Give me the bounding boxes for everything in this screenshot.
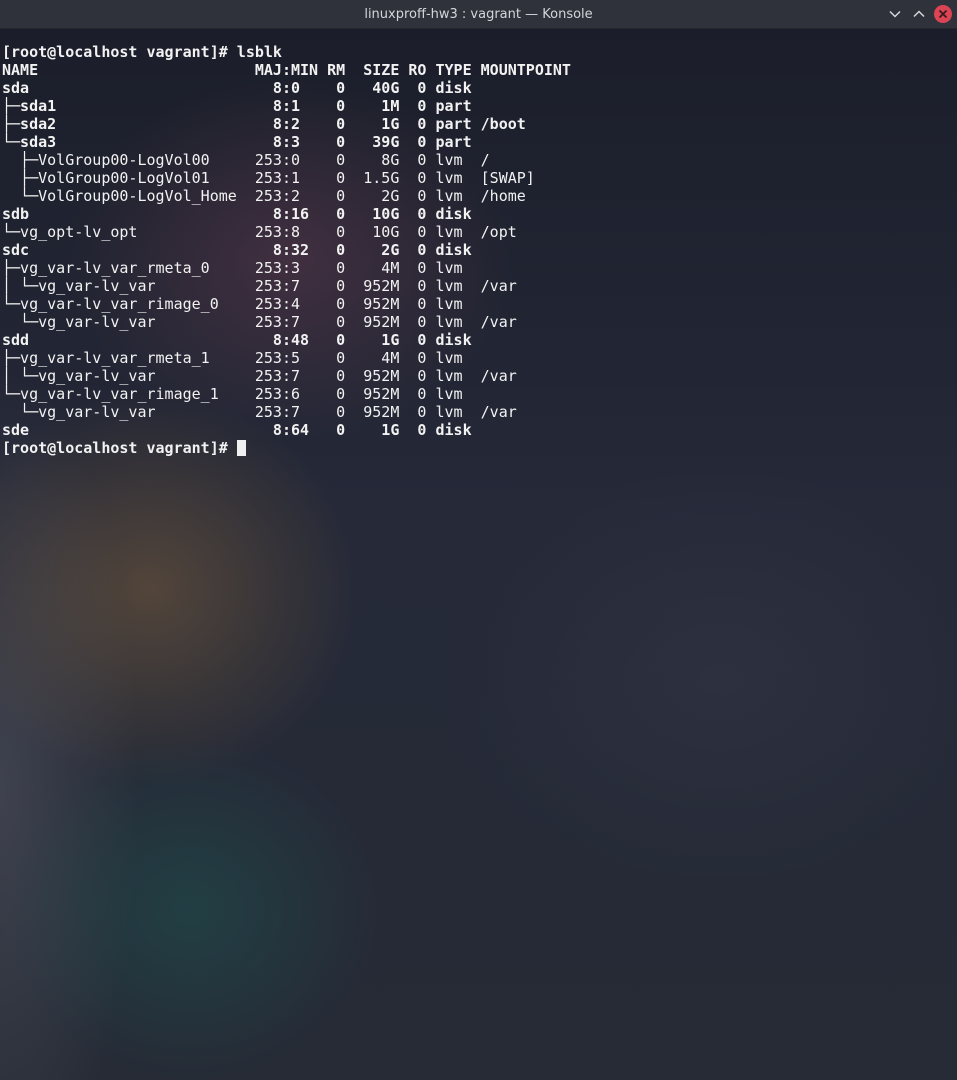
terminal-line: └─vg_opt-lv_opt 253:8 0 10G 0 lvm /opt bbox=[2, 223, 517, 241]
maximize-button[interactable] bbox=[909, 4, 929, 24]
window-titlebar[interactable]: linuxproff-hw3 : vagrant — Konsole bbox=[0, 0, 957, 29]
close-icon bbox=[934, 5, 952, 23]
minimize-button[interactable] bbox=[885, 4, 905, 24]
terminal-line: └─VolGroup00-LogVol_Home 253:2 0 2G 0 lv… bbox=[2, 187, 526, 205]
terminal-line: │ └─vg_var-lv_var 253:7 0 952M 0 lvm /va… bbox=[2, 367, 517, 385]
terminal-line: ├─VolGroup00-LogVol01 253:1 0 1.5G 0 lvm… bbox=[2, 169, 535, 187]
text-cursor bbox=[236, 440, 246, 456]
terminal-output[interactable]: [root@localhost vagrant]# lsblk NAME MAJ… bbox=[0, 29, 957, 1080]
terminal-line: └─vg_var-lv_var_rimage_1 253:6 0 952M 0 … bbox=[2, 385, 463, 403]
terminal-line: └─vg_var-lv_var 253:7 0 952M 0 lvm /var bbox=[2, 313, 517, 331]
terminal-line: NAME MAJ:MIN RM SIZE RO TYPE MOUNTPOINT bbox=[2, 61, 571, 79]
chevron-down-icon bbox=[889, 10, 901, 18]
terminal-line: ├─VolGroup00-LogVol00 253:0 0 8G 0 lvm / bbox=[2, 151, 490, 169]
terminal-line: └─sda3 8:3 0 39G 0 part bbox=[2, 133, 472, 151]
terminal-prompt: [root@localhost vagrant]# bbox=[2, 439, 237, 457]
terminal-line: ├─sda1 8:1 0 1M 0 part bbox=[2, 97, 472, 115]
terminal-line: sde 8:64 0 1G 0 disk bbox=[2, 421, 472, 439]
terminal-line: sdc 8:32 0 2G 0 disk bbox=[2, 241, 472, 259]
terminal-line: │ └─vg_var-lv_var 253:7 0 952M 0 lvm /va… bbox=[2, 277, 517, 295]
terminal-line: sdd 8:48 0 1G 0 disk bbox=[2, 331, 472, 349]
terminal-line: [root@localhost vagrant]# lsblk bbox=[2, 43, 282, 61]
terminal-line: ├─sda2 8:2 0 1G 0 part /boot bbox=[2, 115, 526, 133]
terminal-line: └─vg_var-lv_var_rimage_0 253:4 0 952M 0 … bbox=[2, 295, 463, 313]
terminal-line: sda 8:0 0 40G 0 disk bbox=[2, 79, 472, 97]
close-button[interactable] bbox=[933, 4, 953, 24]
terminal-lines: [root@localhost vagrant]# lsblk NAME MAJ… bbox=[2, 43, 571, 457]
window-title: linuxproff-hw3 : vagrant — Konsole bbox=[364, 7, 593, 22]
chevron-up-icon bbox=[913, 10, 925, 18]
terminal-prompt-line[interactable]: [root@localhost vagrant]# bbox=[2, 439, 571, 457]
terminal-line: sdb 8:16 0 10G 0 disk bbox=[2, 205, 472, 223]
terminal-line: ├─vg_var-lv_var_rmeta_1 253:5 0 4M 0 lvm bbox=[2, 349, 463, 367]
terminal-line: ├─vg_var-lv_var_rmeta_0 253:3 0 4M 0 lvm bbox=[2, 259, 463, 277]
terminal-line: └─vg_var-lv_var 253:7 0 952M 0 lvm /var bbox=[2, 403, 517, 421]
